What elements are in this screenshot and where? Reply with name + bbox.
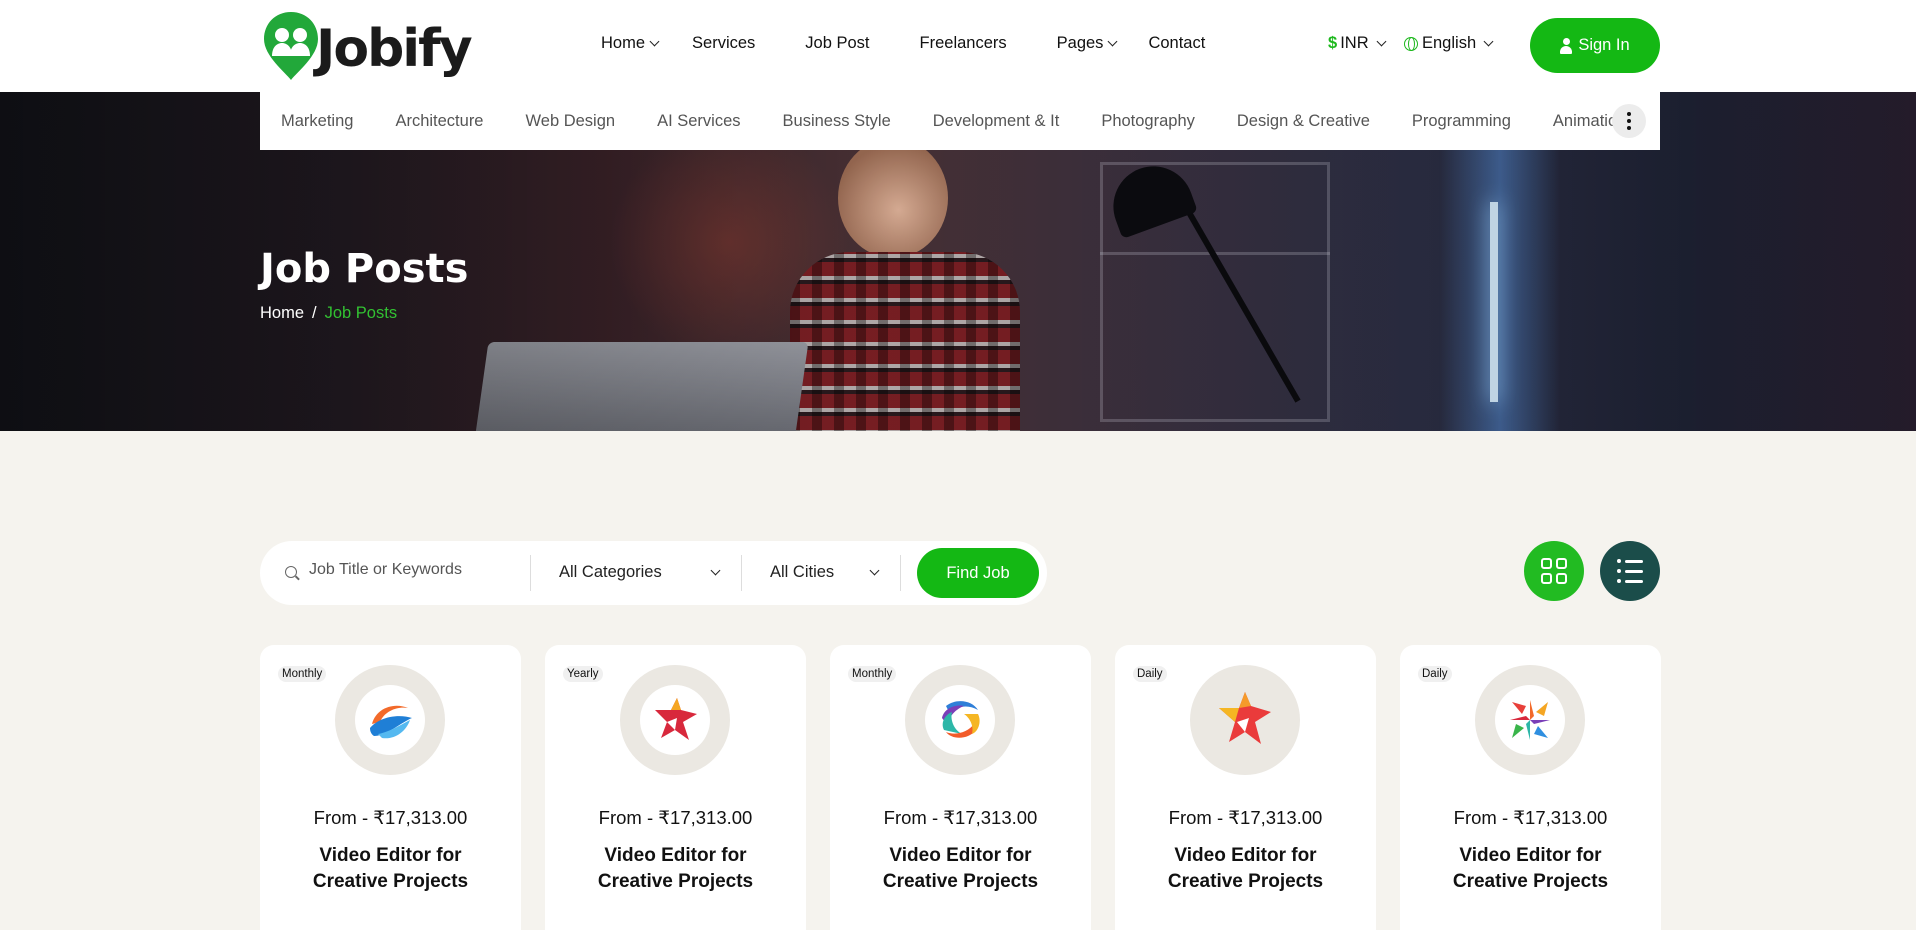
language-selector[interactable]: English xyxy=(1404,34,1494,53)
category-select-value: All Categories xyxy=(559,563,662,581)
company-logo xyxy=(1475,665,1585,775)
job-card[interactable]: Daily From - ₹17,313.00 Video Editor for… xyxy=(1400,645,1661,930)
job-card[interactable]: Monthly From - ₹17,313.00 Video Editor f… xyxy=(830,645,1091,930)
company-logo xyxy=(1190,665,1300,775)
currency-label: INR xyxy=(1340,34,1369,52)
chevron-down-icon xyxy=(1376,36,1387,47)
category-web-design[interactable]: Web Design xyxy=(526,112,616,131)
dollar-icon: $ xyxy=(1328,34,1338,52)
category-photography[interactable]: Photography xyxy=(1101,112,1195,131)
category-business-style[interactable]: Business Style xyxy=(783,112,891,131)
category-development-it[interactable]: Development & It xyxy=(933,112,1060,131)
page-title: Job Posts xyxy=(260,246,469,292)
sign-in-label: Sign In xyxy=(1578,36,1630,54)
job-title[interactable]: Video Editor for Creative Projects xyxy=(565,843,786,895)
site-header: Jobify Home Services Job Post Freelancer… xyxy=(0,0,1916,92)
list-view-button[interactable] xyxy=(1600,541,1660,601)
nav-home-label: Home xyxy=(601,34,646,52)
chevron-down-icon xyxy=(1483,36,1494,47)
star-orange-logo-icon xyxy=(1219,692,1271,744)
nav-home[interactable]: Home xyxy=(601,34,660,53)
nav-services[interactable]: Services xyxy=(692,34,755,53)
search-icon xyxy=(285,566,297,578)
category-programming[interactable]: Programming xyxy=(1412,112,1511,131)
location-pin-icon xyxy=(260,10,322,82)
nav-freelancers[interactable]: Freelancers xyxy=(920,34,1007,53)
nav-contact-label: Contact xyxy=(1148,34,1206,52)
job-card[interactable]: Yearly From - ₹17,313.00 Video Editor fo… xyxy=(545,645,806,930)
job-card[interactable]: Monthly From - ₹17,313.00 Video Editor f… xyxy=(260,645,521,930)
divider xyxy=(530,555,531,591)
job-title[interactable]: Video Editor for Creative Projects xyxy=(280,843,501,895)
chevron-down-icon xyxy=(869,565,880,576)
search-input[interactable] xyxy=(309,561,509,579)
nav-freelancers-label: Freelancers xyxy=(919,34,1007,52)
job-search-bar: All Categories All Cities Find Job xyxy=(260,541,1047,605)
nav-services-label: Services xyxy=(692,34,756,52)
category-ai-services[interactable]: AI Services xyxy=(657,112,740,131)
company-logo xyxy=(620,665,730,775)
city-select[interactable]: All Cities xyxy=(770,563,880,582)
sign-in-button[interactable]: Sign In xyxy=(1530,18,1660,73)
period-badge: Daily xyxy=(1418,666,1452,682)
job-price: From - ₹17,313.00 xyxy=(598,807,753,828)
job-title[interactable]: Video Editor for Creative Projects xyxy=(1135,843,1356,895)
rainbow-swirl-logo-icon xyxy=(942,701,980,738)
job-title[interactable]: Video Editor for Creative Projects xyxy=(1420,843,1641,895)
currency-selector[interactable]: $ INR xyxy=(1328,34,1387,53)
main-nav: Home Services Job Post Freelancers Pages… xyxy=(601,34,1205,53)
user-icon xyxy=(1560,37,1573,54)
divider xyxy=(900,555,901,591)
chevron-down-icon xyxy=(649,36,660,47)
chevron-down-icon xyxy=(710,565,721,576)
grid-view-button[interactable] xyxy=(1524,541,1584,601)
nav-job-post-label: Job Post xyxy=(805,34,870,52)
divider xyxy=(741,555,742,591)
breadcrumb-home[interactable]: Home xyxy=(260,304,304,323)
company-logo xyxy=(335,665,445,775)
globe-icon xyxy=(1404,36,1418,51)
company-logo xyxy=(905,665,1015,775)
language-label: English xyxy=(1422,34,1477,52)
job-price: From - ₹17,313.00 xyxy=(883,807,1038,828)
period-badge: Yearly xyxy=(563,666,603,682)
brand-name: Jobify xyxy=(316,19,473,79)
nav-pages-label: Pages xyxy=(1056,34,1104,52)
swirl-blue-logo-icon xyxy=(370,705,412,739)
job-price: From - ₹17,313.00 xyxy=(1168,807,1323,828)
category-bar: Marketing Architecture Web Design AI Ser… xyxy=(260,92,1660,150)
category-design-creative[interactable]: Design & Creative xyxy=(1237,112,1370,131)
job-price: From - ₹17,313.00 xyxy=(313,807,468,828)
period-badge: Daily xyxy=(1133,666,1167,682)
breadcrumb-current: Job Posts xyxy=(324,304,398,322)
breadcrumb: Home / Job Posts xyxy=(260,304,397,323)
star-red-logo-icon xyxy=(655,698,697,740)
nav-pages[interactable]: Pages xyxy=(1056,34,1118,53)
category-architecture[interactable]: Architecture xyxy=(395,112,483,131)
find-job-button[interactable]: Find Job xyxy=(917,548,1039,598)
breadcrumb-separator: / xyxy=(312,304,317,322)
category-marketing[interactable]: Marketing xyxy=(281,112,353,131)
period-badge: Monthly xyxy=(278,666,327,682)
cross-color-logo-icon xyxy=(1510,700,1550,740)
category-select[interactable]: All Categories xyxy=(559,563,721,582)
more-vertical-icon[interactable] xyxy=(1612,104,1646,138)
nav-contact[interactable]: Contact xyxy=(1148,34,1205,53)
job-card[interactable]: Daily From - ₹17,313.00 Video Editor for… xyxy=(1115,645,1376,930)
job-price: From - ₹17,313.00 xyxy=(1453,807,1608,828)
chevron-down-icon xyxy=(1107,36,1118,47)
period-badge: Monthly xyxy=(848,666,897,682)
city-select-value: All Cities xyxy=(770,563,835,581)
brand-logo[interactable]: Jobify xyxy=(260,10,473,82)
nav-job-post[interactable]: Job Post xyxy=(805,34,869,53)
job-title[interactable]: Video Editor for Creative Projects xyxy=(850,843,1071,895)
